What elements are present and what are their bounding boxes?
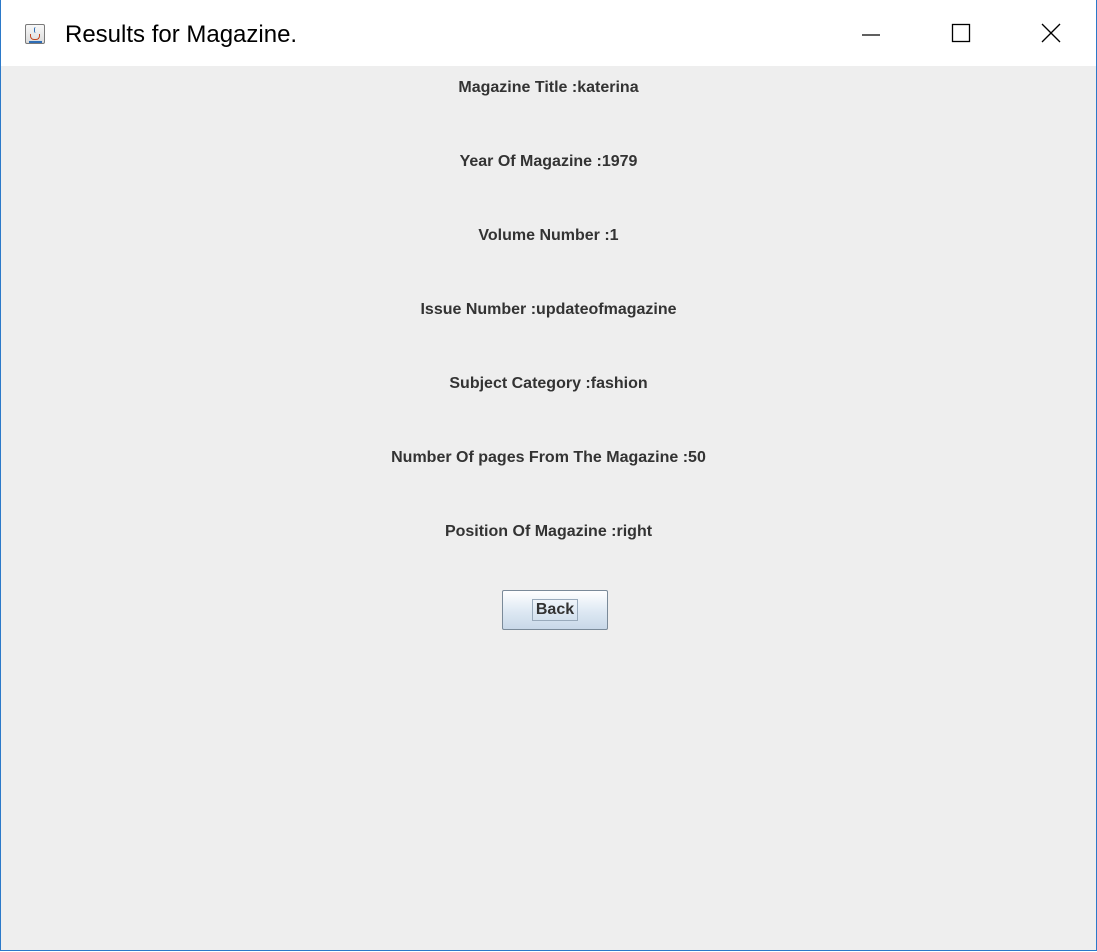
minimize-icon: [862, 34, 880, 36]
results-panel: Magazine Title :katerina Year Of Magazin…: [1, 66, 1096, 950]
subject-category-label: Subject Category :fashion: [449, 375, 648, 392]
magazine-year-label: Year Of Magazine :1979: [459, 153, 638, 170]
app-window: Results for Magazine. Magazine Title :ka…: [0, 0, 1097, 951]
window-title: Results for Magazine.: [65, 21, 298, 48]
java-cup-icon: [25, 24, 45, 44]
close-button[interactable]: [1006, 0, 1096, 66]
issue-number-label: Issue Number :updateofmagazine: [420, 301, 677, 318]
magazine-title-label: Magazine Title :katerina: [458, 79, 639, 96]
title-bar[interactable]: Results for Magazine.: [1, 0, 1096, 66]
back-button-label: Back: [531, 599, 579, 621]
magazine-position-label: Position Of Magazine :right: [444, 523, 653, 540]
back-button[interactable]: Back: [502, 590, 608, 630]
maximize-icon: [951, 23, 971, 43]
maximize-button[interactable]: [916, 0, 1006, 66]
minimize-button[interactable]: [826, 0, 916, 66]
page-count-label: Number Of pages From The Magazine :50: [391, 449, 706, 466]
volume-number-label: Volume Number :1: [478, 227, 619, 244]
close-icon: [1041, 23, 1061, 43]
